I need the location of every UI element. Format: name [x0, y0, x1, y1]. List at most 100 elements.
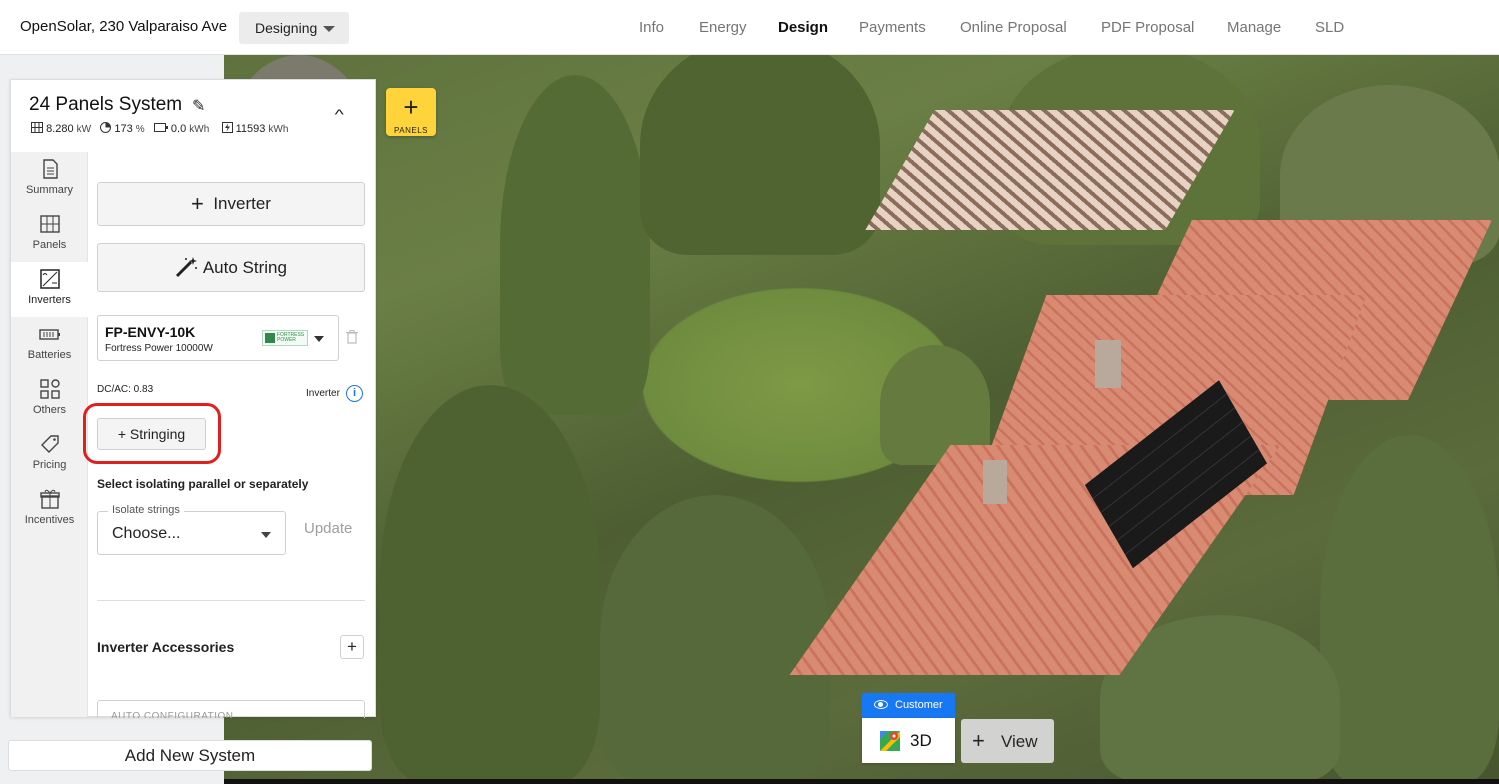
chimney: [983, 460, 1007, 504]
update-button[interactable]: Update: [304, 520, 352, 537]
isolate-strings-label: Isolate strings: [108, 504, 184, 516]
view-3d-button[interactable]: 3D: [862, 718, 955, 763]
magic-wand-icon: [175, 257, 198, 278]
auto-configuration-section[interactable]: AUTO CONFIGURATION: [97, 700, 365, 718]
eye-icon: [874, 700, 888, 709]
inverter-accessories-heading: Inverter Accessories: [97, 639, 235, 655]
auto-string-label: Auto String: [202, 258, 287, 277]
inverter-model: FP-ENVY-10K: [105, 324, 196, 340]
plus-icon: +: [972, 728, 985, 753]
stat-offset-unit: %: [135, 124, 145, 135]
nav-energy[interactable]: Energy: [699, 19, 747, 39]
stage-select[interactable]: Designing: [239, 12, 349, 44]
customer-view-tag[interactable]: Customer: [862, 693, 955, 718]
add-accessory-button[interactable]: +: [340, 635, 364, 659]
tree: [1320, 435, 1499, 784]
inverter-info-label: Inverter: [306, 388, 340, 399]
stat-battery-unit: kWh: [189, 124, 210, 135]
system-stats: 8.280 kW 173 % 0.0 kWh 11593 kWh: [31, 122, 288, 135]
nav-manage[interactable]: Manage: [1227, 19, 1281, 39]
gift-icon: [39, 489, 60, 509]
tab-panels[interactable]: Panels: [11, 207, 88, 262]
stat-production-value: 11593: [235, 123, 266, 135]
isolate-hint: Select isolating parallel or separately: [97, 477, 309, 491]
add-panels-label: PANELS: [394, 126, 428, 135]
battery-icon: [153, 123, 168, 132]
tab-others[interactable]: Others: [11, 372, 88, 427]
tab-incentives-label: Incentives: [24, 514, 75, 526]
tab-pricing[interactable]: Pricing: [11, 427, 88, 482]
document-icon: [42, 159, 58, 179]
trash-icon[interactable]: [346, 330, 358, 344]
customer-label: Customer: [895, 699, 943, 711]
project-title: OpenSolar, 230 Valparaiso Ave: [20, 18, 228, 35]
info-icon[interactable]: i: [346, 385, 363, 402]
lightning-icon: [221, 122, 233, 133]
isolate-strings-value: Choose...: [112, 525, 181, 542]
tab-inverters[interactable]: Inverters: [11, 262, 89, 317]
tab-panels-label: Panels: [32, 239, 67, 251]
chevron-down-icon: [323, 26, 335, 32]
tree: [640, 55, 880, 255]
bottom-strip: [94, 779, 1499, 784]
collapse-chevron-up-icon[interactable]: ^: [335, 106, 344, 122]
fortress-power-logo: FORTRESS POWER: [262, 330, 308, 346]
top-bar: OpenSolar, 230 Valparaiso Ave Designing …: [0, 0, 1499, 55]
battery-icon: [38, 329, 60, 340]
tab-inverters-label: Inverters: [28, 294, 71, 306]
tab-batteries[interactable]: Batteries: [11, 317, 88, 372]
chimney: [1095, 340, 1121, 388]
nav-sld[interactable]: SLD: [1315, 19, 1344, 39]
tab-others-label: Others: [32, 404, 66, 416]
apps-icon: [39, 379, 60, 399]
view-3d-label: 3D: [910, 731, 932, 750]
nav-payments[interactable]: Payments: [859, 19, 926, 39]
google-maps-icon: [880, 731, 900, 751]
chevron-down-icon: [261, 532, 271, 538]
add-inverter-label: Inverter: [213, 194, 271, 213]
tree: [380, 385, 600, 784]
add-new-system-button[interactable]: Add New System: [8, 740, 372, 771]
add-panels-button[interactable]: + PANELS: [386, 88, 436, 136]
add-view-label: View: [1001, 732, 1038, 751]
nav-online-proposal[interactable]: Online Proposal: [960, 19, 1067, 39]
tab-batteries-label: Batteries: [27, 349, 72, 361]
logo-mark: [265, 333, 275, 343]
tag-icon: [40, 435, 59, 453]
stat-battery-value: 0.0: [170, 123, 187, 135]
tree: [600, 495, 830, 784]
nav-design[interactable]: Design: [778, 19, 828, 39]
grid-icon: [39, 215, 60, 233]
tab-incentives[interactable]: Incentives: [11, 482, 88, 537]
plus-icon: +: [191, 191, 204, 216]
add-view-button[interactable]: + View: [961, 719, 1054, 763]
stat-production-unit: kWh: [268, 124, 289, 135]
offset-pie-icon: [100, 122, 112, 133]
nav-pdf-proposal[interactable]: PDF Proposal: [1101, 19, 1194, 39]
nav-info[interactable]: Info: [639, 19, 664, 39]
tab-pricing-label: Pricing: [32, 459, 67, 471]
logo-text: FORTRESS POWER: [277, 332, 305, 343]
stage-select-value: Designing: [255, 20, 318, 36]
stat-kw-value: 8.280: [46, 123, 74, 135]
dc-ac-ratio: DC/AC: 0.83: [97, 384, 154, 395]
edit-pencil-icon[interactable]: ✎: [192, 96, 205, 116]
system-panel: 24 Panels System ✎ ^ 8.280 kW 173 % 0.0 …: [10, 79, 376, 718]
system-tabs: Summary Panels Inverters Batteries Other…: [11, 152, 89, 717]
inverter-description: Fortress Power 10000W: [105, 343, 213, 354]
auto-string-button[interactable]: Auto String: [97, 243, 365, 292]
system-title: 24 Panels System: [29, 94, 183, 115]
inverter-select[interactable]: FP-ENVY-10K Fortress Power 10000W FORTRE…: [97, 315, 339, 361]
chevron-down-icon: [314, 336, 324, 342]
stat-kw-unit: kW: [76, 124, 92, 135]
annotation-highlight-circle: [83, 403, 221, 464]
tree: [500, 75, 650, 415]
isolate-strings-select[interactable]: Isolate strings Choose...: [97, 504, 286, 555]
divider: [97, 600, 365, 601]
inverter-icon: [39, 269, 60, 289]
tab-summary[interactable]: Summary: [11, 152, 88, 207]
plus-icon: +: [403, 92, 419, 122]
add-inverter-button[interactable]: + Inverter: [97, 182, 365, 226]
grid-icon: [31, 122, 43, 133]
stat-offset-value: 173: [114, 123, 133, 135]
